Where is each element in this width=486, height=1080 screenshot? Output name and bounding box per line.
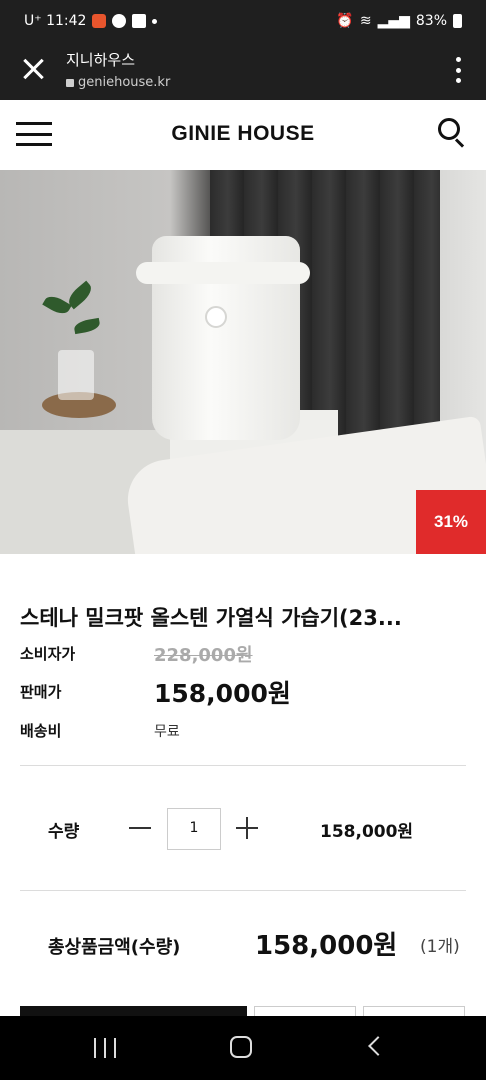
- consumer-price-label: 소비자가: [20, 645, 76, 663]
- total-price: 158,000원: [255, 931, 398, 961]
- status-right: ⏰ ≋ ▂▄▆ 83%: [336, 13, 462, 29]
- product-title: 스테나 밀크팟 올스텐 가열식 가습기(23...: [20, 606, 402, 630]
- quantity-decrease-button[interactable]: [129, 827, 151, 829]
- url-text: geniehouse.kr: [78, 75, 171, 90]
- home-icon[interactable]: [230, 1036, 252, 1058]
- wifi-icon: ≋: [359, 13, 372, 29]
- status-bar: U⁺ 11:42 ⏰ ≋ ▂▄▆ 83%: [0, 0, 486, 44]
- divider: [20, 765, 466, 766]
- close-icon[interactable]: [20, 56, 46, 82]
- sale-price: 158,000원: [154, 679, 291, 708]
- quantity-label: 수량: [48, 822, 80, 842]
- status-left: U⁺ 11:42: [24, 13, 158, 29]
- quantity-input[interactable]: 1: [167, 808, 221, 850]
- gallery-icon: [132, 14, 147, 28]
- product-image[interactable]: [0, 170, 486, 554]
- battery-icon: [453, 14, 462, 28]
- back-icon[interactable]: [368, 1036, 388, 1056]
- site-header: GINIE HOUSE: [0, 100, 486, 170]
- site-logo[interactable]: GINIE HOUSE: [0, 122, 486, 146]
- signal-icon: ▂▄▆: [377, 13, 410, 29]
- battery-percent: 83%: [415, 13, 447, 29]
- more-notifications-dot-icon: [152, 18, 158, 24]
- divider: [20, 890, 466, 891]
- line-price: 158,000원: [320, 822, 414, 842]
- total-count: (1개): [420, 937, 460, 957]
- notification-app-icon: [92, 14, 107, 28]
- site-title: 지니하우스: [66, 51, 136, 69]
- browser-toolbar: 지니하우스 geniehouse.kr: [0, 44, 486, 100]
- shipping-label: 배송비: [20, 722, 62, 740]
- carrier-time: U⁺ 11:42: [24, 13, 87, 29]
- sale-price-label: 판매가: [20, 683, 62, 701]
- recent-apps-icon[interactable]: [94, 1038, 116, 1058]
- search-icon[interactable]: [438, 118, 466, 148]
- facebook-icon: [112, 14, 127, 28]
- lock-icon: [66, 78, 74, 87]
- system-nav-bar: [0, 1016, 486, 1080]
- site-url: geniehouse.kr: [66, 75, 170, 90]
- total-label: 총상품금액(수량): [48, 937, 181, 958]
- more-options-icon[interactable]: [454, 57, 462, 83]
- quantity-increase-button[interactable]: [236, 817, 258, 839]
- consumer-price: 228,000원: [154, 645, 253, 666]
- system-top-area: U⁺ 11:42 ⏰ ≋ ▂▄▆ 83% 지니하우스 geniehouse.kr: [0, 0, 486, 100]
- discount-badge: 31%: [416, 490, 486, 554]
- alarm-icon: ⏰: [336, 13, 354, 29]
- shipping-value: 무료: [154, 724, 180, 740]
